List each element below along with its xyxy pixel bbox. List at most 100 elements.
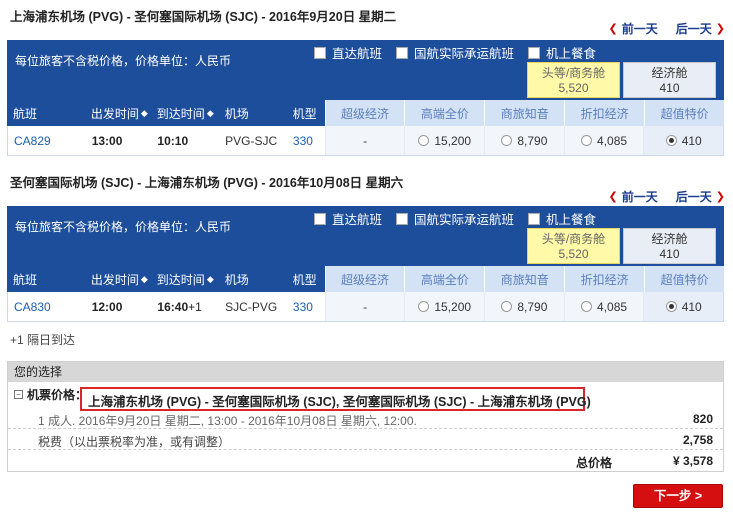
depart-time: 12:00 [91,299,123,314]
total-label: 总价格 [576,456,613,470]
col-type: 机型 [292,106,317,121]
col-depart[interactable]: 出发时间 ◆ [85,100,151,126]
fare-special[interactable]: 410 [643,126,724,155]
fare-col-discount-economy: 折扣经济 [564,100,645,126]
fare-premium-full[interactable]: 15,200 [404,126,485,155]
col-type: 机型 [292,272,317,287]
filter-direct[interactable]: 直达航班 [314,209,382,228]
arrive-time: 10:10 [157,133,189,148]
price-note: 每位旅客不含税价格，价格单位：人民币 [15,220,232,234]
total-line: 总价格 ¥ 3,578 [8,450,723,471]
fare-business-traveler[interactable]: 8,790 [484,292,564,321]
next-day-label: 后一天 [675,22,712,36]
radio-selected-icon[interactable] [665,135,677,146]
filter-meal[interactable]: 机上餐食 [528,209,596,228]
fare-col-discount-economy: 折扣经济 [564,266,645,292]
col-airport: 机场 [224,272,249,287]
table-row: CA830 12:00 16:40 +1 SJC-PVG 330 - 15,200… [7,292,724,322]
outbound-cabin-tabs: 头等/商务舱 5,520 经济舱 410 [527,62,716,100]
filter-meal[interactable]: 机上餐食 [528,43,596,62]
outbound-prev-day-link[interactable]: ❮ 前一天 [609,20,658,37]
tax-line: 税费（以出票税率为准，或有调整） 2,758 [8,429,723,450]
outbound-column-header: 航班 出发时间 ◆ 到达时间 ◆ 机场 机型 超级经济 高端全价 商旅知音 折扣经济… [7,100,725,126]
airport-pair: PVG-SJC [225,133,278,148]
col-arrive[interactable]: 到达时间 ◆ [151,100,219,126]
radio-selected-icon[interactable] [665,301,677,312]
filter-air-china-operated[interactable]: 国航实际承运航班 [396,43,514,62]
sort-icon: ◆ [140,107,148,118]
col-flight: 航班 [13,272,38,287]
cabin-tab-economy[interactable]: 经济舱 410 [623,228,716,264]
airport-pair: SJC-PVG [225,299,278,314]
depart-time: 13:00 [91,133,123,148]
selection-summary: 您的选择 − 机票价格： 1 成人. 2016年9月20日 星期二, 13:00… [7,361,724,472]
fare-col-special: 超值特价 [644,266,725,292]
cabin-tab-first-business[interactable]: 头等/商务舱 5,520 [527,62,620,98]
next-step-button[interactable]: 下一步 > [633,484,723,508]
col-flight: 航班 [13,106,38,121]
flight-number-link[interactable]: CA829 [8,126,86,155]
ticket-route-text: 上海浦东机场 (PVG) - 圣何塞国际机场 (SJC), 圣何塞国际机场 (S… [88,395,591,409]
outbound-next-day-link[interactable]: 后一天 ❯ [676,20,725,37]
flight-number-link[interactable]: CA830 [8,292,86,321]
sort-icon: ◆ [140,273,148,284]
checkbox-icon[interactable] [528,212,541,225]
fare-special[interactable]: 410 [643,292,724,321]
return-column-header: 航班 出发时间 ◆ 到达时间 ◆ 机场 机型 超级经济 高端全价 商旅知音 折扣经济… [7,266,725,292]
col-airport: 机场 [224,106,249,121]
ticket-price-label: 机票价格： [27,388,88,402]
radio-icon[interactable] [418,135,430,146]
radio-icon[interactable] [501,135,513,146]
fare-discount-economy[interactable]: 4,085 [563,126,644,155]
return-route-title: 圣何塞国际机场 (SJC) - 上海浦东机场 (PVG) - 2016年10月0… [10,176,404,190]
aircraft-type-link[interactable]: 330 [287,126,325,155]
filter-air-china-operated[interactable]: 国航实际承运航班 [396,209,514,228]
fare-col-super-economy: 超级经济 [324,266,405,292]
fare-discount-economy[interactable]: 4,085 [563,292,644,321]
tax-label: 税费（以出票税率为准，或有调整） [38,435,231,449]
outbound-flight-table: 每位旅客不含税价格，价格单位：人民币 直达航班 国航实际承运航班 机上餐食 头等… [7,40,725,156]
col-depart[interactable]: 出发时间 ◆ [85,266,151,292]
return-next-day-link[interactable]: 后一天 ❯ [676,188,725,205]
checkbox-icon[interactable] [314,212,326,225]
sort-icon: ◆ [206,107,214,118]
filter-direct[interactable]: 直达航班 [314,43,382,62]
passenger-detail: 1 成人. 2016年9月20日 星期二, 13:00 - 2016年10月08… [38,414,417,428]
radio-icon[interactable] [418,301,430,312]
checkbox-icon[interactable] [314,46,326,59]
outbound-filters: 直达航班 国航实际承运航班 机上餐食 [314,43,596,62]
chevron-right-icon: ❯ [715,191,725,203]
return-flight-table: 每位旅客不含税价格，价格单位：人民币 直达航班 国航实际承运航班 机上餐食 头等… [7,206,725,322]
arrive-time: 16:40 +1 [157,299,202,314]
total-amount: ¥ 3,578 [672,454,713,468]
outbound-day-nav: ❮ 前一天 后一天 ❯ [609,20,725,37]
table-row: CA829 13:00 10:10 PVG-SJC 330 - 15,200 8… [7,126,724,156]
fare-business-traveler[interactable]: 8,790 [484,126,564,155]
radio-icon[interactable] [501,301,513,312]
chevron-left-icon: ❮ [608,191,618,203]
outbound-header-bar: 每位旅客不含税价格，价格单位：人民币 直达航班 国航实际承运航班 机上餐食 头等… [7,40,724,100]
next-day-arrival-note: +1 隔日到达 [10,333,76,347]
fare-col-business-traveler: 商旅知音 [484,100,565,126]
price-note: 每位旅客不含税价格，价格单位：人民币 [15,54,232,68]
collapse-icon[interactable]: − [14,390,23,399]
prev-day-label: 前一天 [621,190,658,204]
aircraft-type-link[interactable]: 330 [287,292,325,321]
fare-col-business-traveler: 商旅知音 [484,266,565,292]
fare-premium-full[interactable]: 15,200 [404,292,485,321]
sort-icon: ◆ [206,273,214,284]
fare-col-premium-full: 高端全价 [404,266,485,292]
cabin-tab-first-business[interactable]: 头等/商务舱 5,520 [527,228,620,264]
checkbox-icon[interactable] [396,212,409,225]
radio-icon[interactable] [581,135,593,146]
checkbox-icon[interactable] [396,46,409,59]
return-prev-day-link[interactable]: ❮ 前一天 [609,188,658,205]
col-arrive[interactable]: 到达时间 ◆ [151,266,219,292]
radio-icon[interactable] [581,301,593,312]
summary-heading: 您的选择 [8,362,723,382]
cabin-tab-economy[interactable]: 经济舱 410 [623,62,716,98]
checkbox-icon[interactable] [528,46,541,59]
chevron-left-icon: ❮ [608,23,618,35]
outbound-route-title: 上海浦东机场 (PVG) - 圣何塞国际机场 (SJC) - 2016年9月20… [10,10,397,24]
fare-super-economy: - [324,292,405,321]
